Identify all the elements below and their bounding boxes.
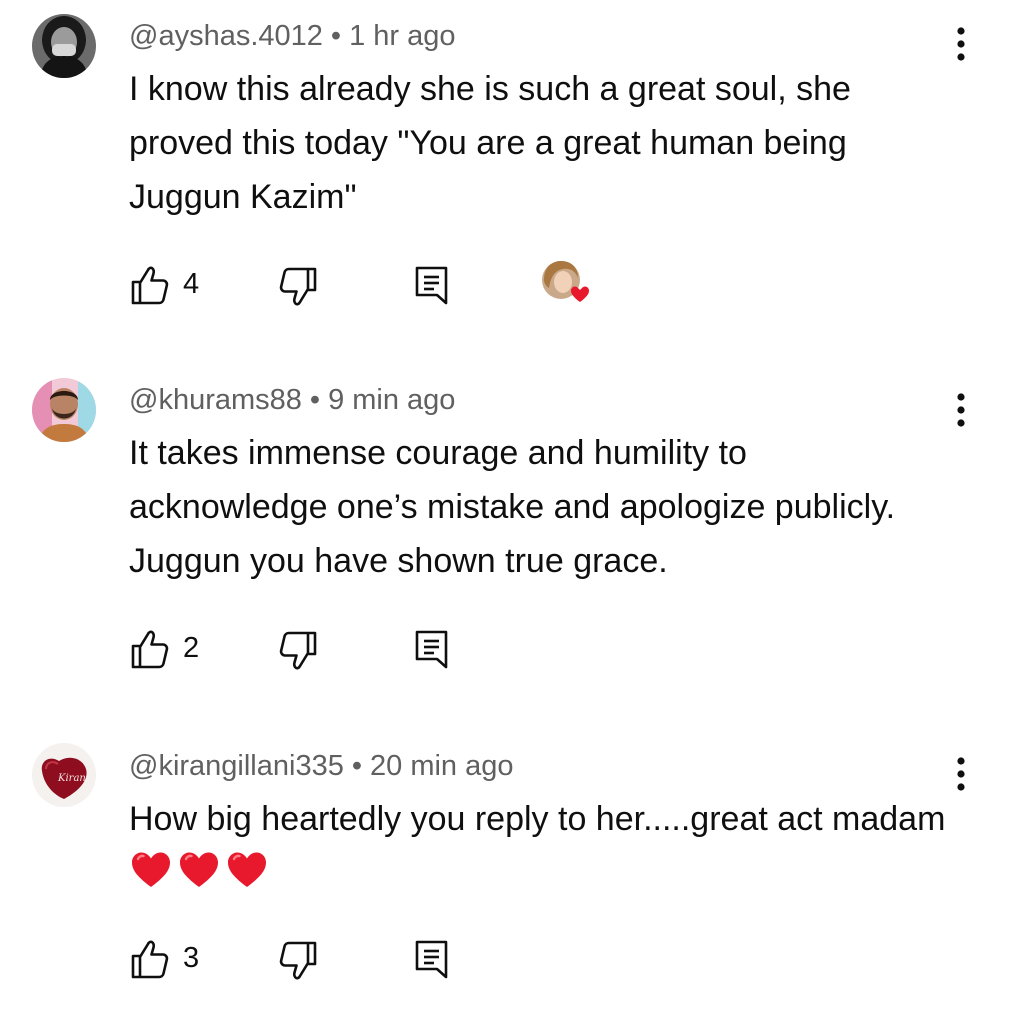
comment-meta: @khurams88 • 9 min ago — [129, 382, 455, 418]
reply-icon — [415, 940, 448, 979]
meta-separator: • — [309, 384, 321, 416]
more-options-button[interactable] — [946, 752, 976, 796]
dislike-button[interactable] — [277, 628, 321, 672]
thumbs-up-icon — [131, 266, 169, 305]
comment-text: It takes immense courage and humility to… — [129, 434, 896, 580]
thumbs-up-icon — [131, 630, 169, 669]
comment-meta: @kirangillani335 • 20 min ago — [129, 748, 514, 784]
comment-actions: 3 — [129, 938, 729, 982]
reply-icon — [415, 630, 448, 669]
more-vertical-icon — [957, 393, 965, 427]
like-button[interactable] — [129, 938, 177, 982]
thumbs-down-icon — [279, 267, 317, 306]
dislike-button[interactable] — [277, 264, 321, 308]
reply-button[interactable] — [412, 938, 452, 982]
creator-heart-badge — [541, 258, 597, 308]
comment-emoji — [129, 852, 273, 892]
meta-separator: • — [351, 750, 362, 782]
reply-icon — [415, 266, 448, 305]
comment-time: 1 hr ago — [349, 20, 456, 52]
meta-separator: • — [330, 20, 342, 52]
author-handle[interactable]: @kirangillani335 — [129, 750, 344, 782]
more-options-button[interactable] — [946, 388, 976, 432]
comment-time: 20 min ago — [370, 750, 514, 782]
comment-text-content: How big heartedly you reply to her.....g… — [129, 800, 946, 838]
reply-button[interactable] — [412, 628, 452, 672]
dislike-button[interactable] — [277, 938, 321, 982]
more-vertical-icon — [957, 757, 965, 791]
author-handle[interactable]: @khurams88 — [129, 384, 302, 416]
red-heart-emoji — [228, 852, 266, 887]
like-button[interactable] — [129, 628, 177, 672]
like-count: 4 — [183, 268, 200, 300]
like-button[interactable] — [129, 264, 177, 308]
comment-text: How big heartedly you reply to her.....g… — [129, 792, 949, 900]
more-options-button[interactable] — [946, 22, 976, 66]
comment-text: I know this already she is such a great … — [129, 70, 851, 216]
avatar[interactable] — [32, 14, 96, 78]
avatar[interactable] — [32, 378, 96, 442]
comment-actions: 4 — [129, 261, 729, 308]
author-handle[interactable]: @ayshas.4012 — [129, 20, 323, 52]
svg-text:Kiran: Kiran — [57, 773, 86, 784]
like-count: 3 — [183, 942, 200, 974]
comment-meta: @ayshas.4012 • 1 hr ago — [129, 18, 455, 54]
thumbs-up-icon — [131, 940, 169, 979]
red-heart-emoji — [180, 852, 218, 887]
thumbs-down-icon — [279, 631, 317, 670]
avatar[interactable]: Kiran — [32, 743, 96, 807]
more-vertical-icon — [957, 27, 965, 61]
reply-button[interactable] — [412, 264, 452, 308]
thumbs-down-icon — [279, 941, 317, 980]
comment-actions: 2 — [129, 628, 729, 672]
red-heart-emoji — [132, 852, 170, 887]
comment-time: 9 min ago — [328, 384, 456, 416]
like-count: 2 — [183, 632, 200, 664]
